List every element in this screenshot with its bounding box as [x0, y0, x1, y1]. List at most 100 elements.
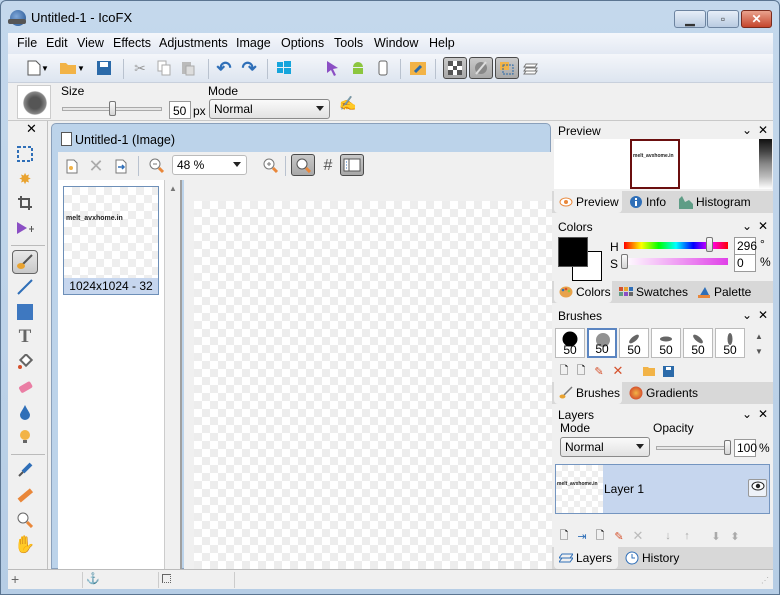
- menu-adjustments[interactable]: Adjustments: [159, 36, 228, 50]
- menu-options[interactable]: Options: [281, 36, 324, 50]
- panel-close-icon[interactable]: ✕: [758, 308, 768, 322]
- brush-item[interactable]: 50: [619, 328, 649, 358]
- maximize-button[interactable]: ▫: [707, 10, 739, 28]
- tab-colors[interactable]: Colors: [554, 281, 612, 303]
- zoom-out-icon[interactable]: [147, 156, 167, 176]
- hue-slider-thumb[interactable]: [705, 237, 713, 252]
- mobile-icon[interactable]: [373, 58, 393, 78]
- tab-gradients[interactable]: Gradients: [624, 382, 700, 404]
- panel-collapse-icon[interactable]: ⌄: [742, 407, 752, 421]
- layer-item[interactable]: melt_avxhome.in Layer 1: [555, 464, 770, 514]
- line-tool[interactable]: [14, 276, 36, 298]
- brush-item[interactable]: 50: [683, 328, 713, 358]
- new-brush-icon[interactable]: 🗋: [557, 364, 571, 378]
- brush-preview[interactable]: [17, 85, 51, 119]
- rectangle-select-tool[interactable]: [14, 143, 36, 165]
- checkerboard-toggle[interactable]: [443, 57, 467, 79]
- magic-wand-tool[interactable]: ✸: [14, 168, 36, 190]
- layer-mode-select[interactable]: Normal: [560, 437, 650, 457]
- merge-down-icon[interactable]: ⬇: [709, 529, 723, 543]
- thumbnail-panel-toggle[interactable]: [340, 154, 364, 176]
- android-icon[interactable]: [348, 58, 368, 78]
- menu-window[interactable]: Window: [374, 36, 418, 50]
- hand-tool[interactable]: ✋: [14, 534, 36, 556]
- layers-icon[interactable]: [521, 58, 541, 78]
- zoom-tool[interactable]: [14, 509, 36, 531]
- dodge-tool[interactable]: [14, 426, 36, 448]
- pressure-pen-icon[interactable]: ✍: [338, 93, 358, 113]
- text-tool[interactable]: T: [14, 326, 36, 348]
- panel-collapse-icon[interactable]: ⌄: [742, 123, 752, 137]
- scroll-up-icon[interactable]: ▲: [169, 184, 177, 193]
- brush-item[interactable]: 50: [587, 328, 617, 358]
- opacity-input[interactable]: 100: [734, 439, 757, 457]
- copy-icon[interactable]: [154, 58, 174, 78]
- saturation-input[interactable]: 0: [734, 254, 756, 272]
- image-canvas[interactable]: [194, 201, 552, 570]
- menu-file[interactable]: File: [17, 36, 37, 50]
- fill-tool[interactable]: [14, 351, 36, 373]
- tools-folder-icon[interactable]: [408, 58, 428, 78]
- open-folder-icon[interactable]: [58, 58, 78, 78]
- panel-collapse-icon[interactable]: ⌄: [742, 308, 752, 322]
- new-image-icon[interactable]: [62, 156, 82, 176]
- tab-history[interactable]: History: [620, 547, 686, 569]
- flatten-icon[interactable]: ⬍: [728, 529, 742, 543]
- ruler-tool[interactable]: [14, 484, 36, 506]
- apple-icon[interactable]: [298, 58, 318, 78]
- layer-visibility-toggle[interactable]: [748, 479, 767, 497]
- open-brushes-icon[interactable]: [642, 364, 656, 378]
- blur-tool[interactable]: [14, 401, 36, 423]
- mask-toggle[interactable]: [469, 57, 493, 79]
- duplicate-layer-icon[interactable]: 🗋: [593, 529, 607, 543]
- saturation-slider[interactable]: [624, 258, 728, 265]
- menu-image[interactable]: Image: [236, 36, 271, 50]
- rectangle-tool[interactable]: [14, 301, 36, 323]
- edit-brush-icon[interactable]: ✎: [592, 364, 606, 378]
- duplicate-brush-icon[interactable]: 🗋: [574, 364, 588, 378]
- cursor-icon[interactable]: [322, 58, 342, 78]
- size-input[interactable]: 50: [169, 101, 191, 119]
- move-layer-down-icon[interactable]: ↓: [661, 529, 675, 543]
- close-button[interactable]: ✕: [741, 10, 772, 28]
- image-thumbnail[interactable]: melt_avxhome.in 1024x1024 - 32: [63, 186, 159, 295]
- minimize-button[interactable]: ▁: [674, 10, 706, 28]
- brush-item[interactable]: 50: [555, 328, 585, 358]
- redo-icon[interactable]: ↷: [239, 58, 259, 78]
- grid-icon[interactable]: #: [318, 156, 338, 176]
- zoom-select[interactable]: 48 %: [172, 155, 247, 175]
- tab-layers[interactable]: Layers: [554, 547, 618, 569]
- edit-layer-icon[interactable]: ✎: [612, 529, 626, 543]
- save-brushes-icon[interactable]: [661, 364, 675, 378]
- crop-tool[interactable]: [14, 192, 36, 214]
- tab-palette[interactable]: Palette: [692, 281, 758, 303]
- import-layer-icon[interactable]: ⇥: [575, 529, 589, 543]
- undo-icon[interactable]: ↶: [214, 58, 234, 78]
- move-tool[interactable]: [14, 218, 36, 240]
- brush-tool[interactable]: [12, 250, 38, 274]
- panel-close-icon[interactable]: ✕: [758, 123, 768, 137]
- mode-select[interactable]: Normal: [209, 99, 330, 119]
- delete-image-icon[interactable]: ✕: [86, 156, 106, 176]
- menu-edit[interactable]: Edit: [46, 36, 68, 50]
- image-list-scrollbar[interactable]: ▲: [165, 180, 182, 570]
- delete-layer-icon[interactable]: ✕: [631, 528, 645, 543]
- size-slider-thumb[interactable]: [109, 101, 116, 116]
- menu-help[interactable]: Help: [429, 36, 455, 50]
- new-dropdown-arrow[interactable]: ▼: [40, 58, 50, 78]
- move-layer-up-icon[interactable]: ↑: [680, 529, 694, 543]
- tab-info[interactable]: Info: [624, 191, 672, 213]
- opacity-slider-track[interactable]: [656, 446, 728, 450]
- menu-effects[interactable]: Effects: [113, 36, 151, 50]
- panel-collapse-icon[interactable]: ⌄: [742, 219, 752, 233]
- selection-toggle[interactable]: [495, 57, 519, 79]
- menu-tools[interactable]: Tools: [334, 36, 363, 50]
- panel-close-icon[interactable]: ✕: [758, 407, 768, 421]
- hue-input[interactable]: 296: [734, 237, 757, 255]
- cut-icon[interactable]: ✂: [130, 58, 150, 78]
- open-dropdown-arrow[interactable]: ▼: [76, 58, 86, 78]
- tab-swatches[interactable]: Swatches: [614, 281, 690, 303]
- resize-grip[interactable]: ⋰: [761, 576, 769, 585]
- tab-preview[interactable]: Preview: [554, 191, 622, 213]
- import-image-icon[interactable]: [111, 156, 131, 176]
